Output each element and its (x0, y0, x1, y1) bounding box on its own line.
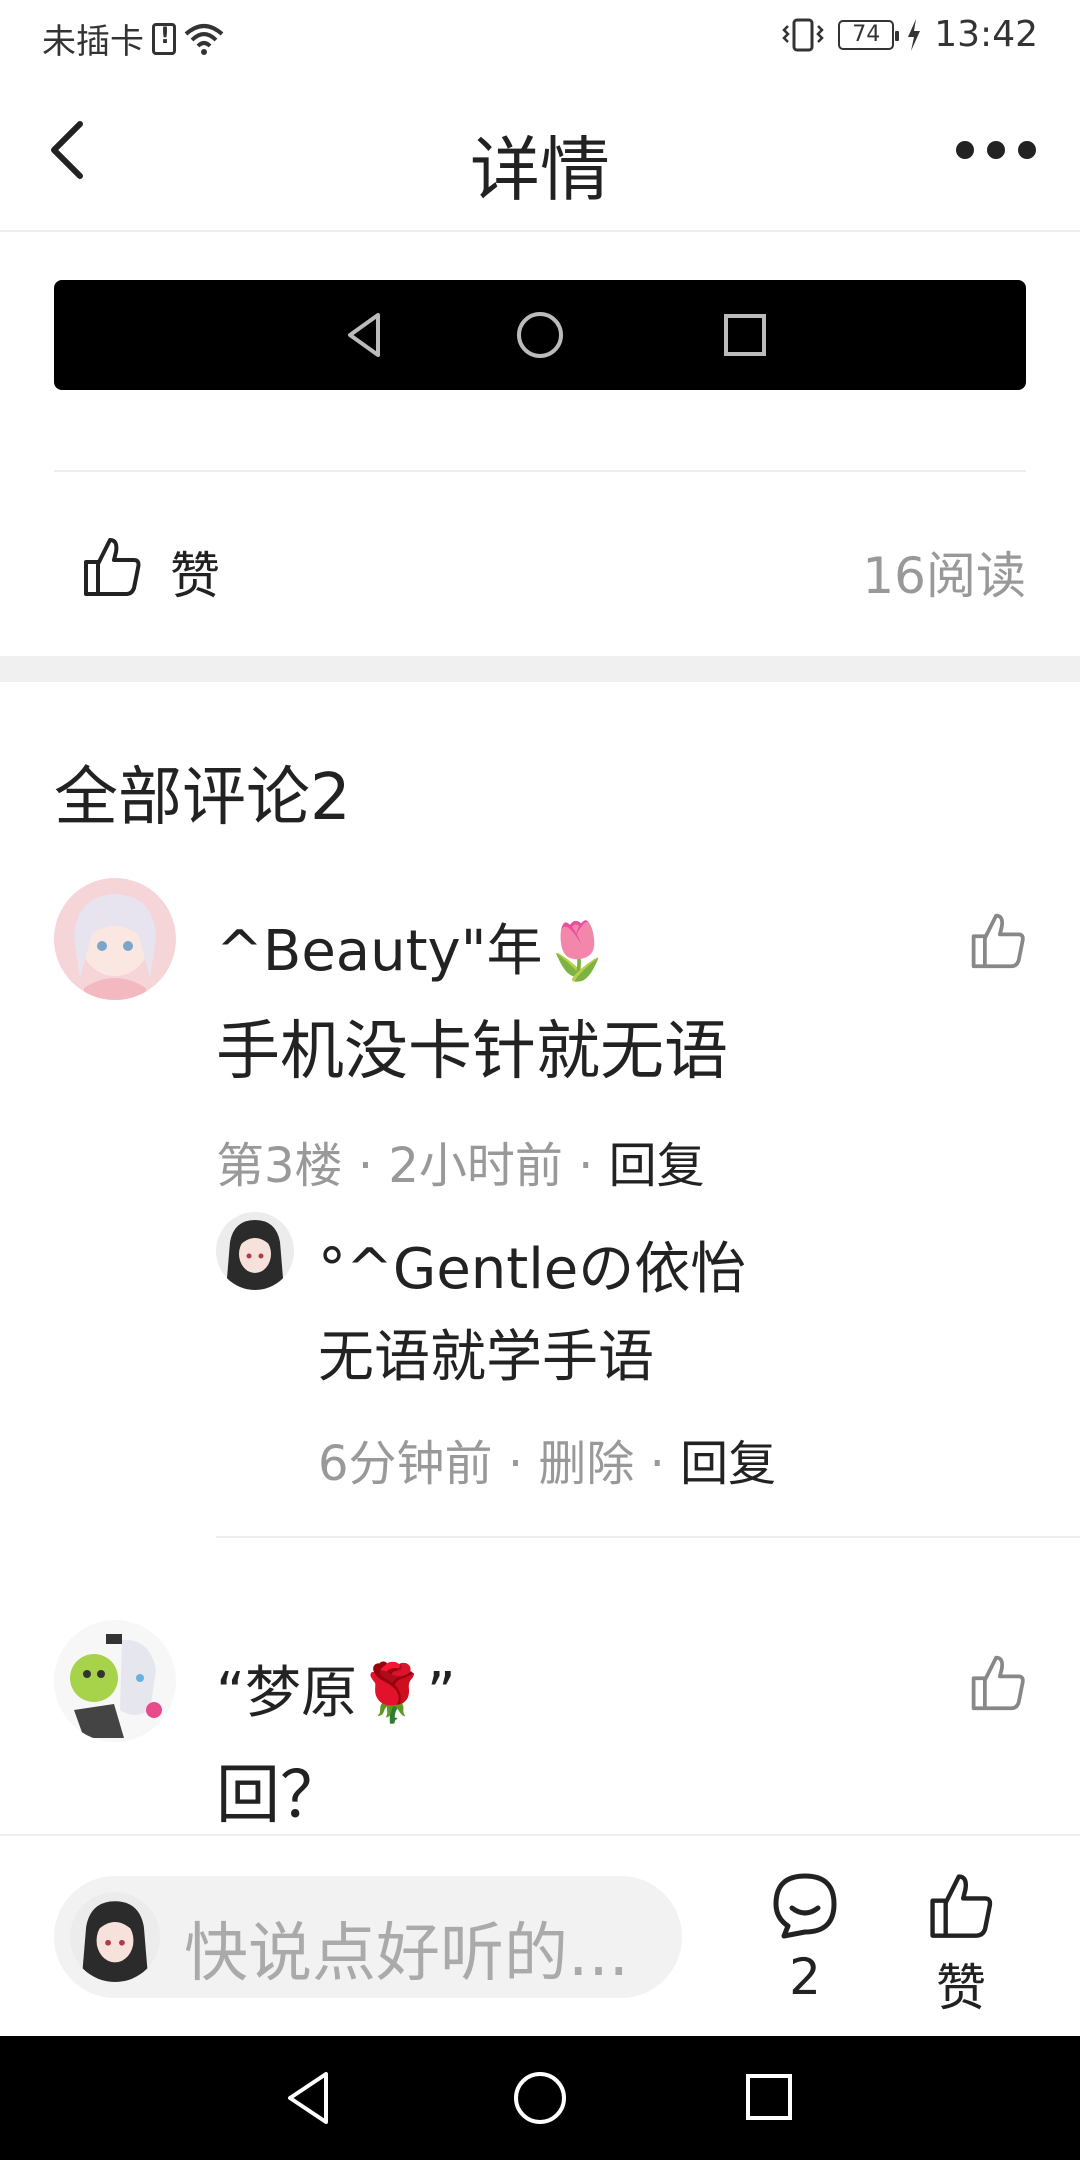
comment-text[interactable]: 回？ (216, 1744, 344, 1836)
thumbs-up-icon[interactable] (80, 534, 144, 598)
meta-separator: · (578, 1138, 609, 1194)
sim-alert-icon (152, 22, 176, 55)
like-label[interactable]: 赞 (916, 1948, 1006, 2020)
system-nav-content (288, 2072, 792, 2124)
battery-icon: 74 (838, 19, 900, 50)
post-image[interactable] (54, 280, 1026, 390)
thumbs-up-icon[interactable] (968, 1652, 1028, 1712)
page-title: 详情 (470, 129, 610, 211)
avatar-image (70, 1892, 160, 1982)
nav-back-icon (288, 2072, 328, 2124)
reply-time: 6分钟前 (318, 1436, 493, 1492)
avatar (70, 1892, 160, 1982)
thumbs-up-icon[interactable] (926, 1870, 996, 1940)
reply-author[interactable]: °^Gentleの依怡 (318, 1224, 746, 1305)
comment-floor: 第3楼 (216, 1138, 343, 1194)
post-image-content (348, 312, 766, 358)
avatar[interactable] (216, 1212, 294, 1290)
nav-recents-icon (746, 2074, 792, 2120)
comment-author[interactable]: ^Beauty"年🌷 (216, 906, 612, 987)
comment-text[interactable]: 手机没卡针就无语 (216, 1000, 728, 1092)
meta-separator: · (507, 1436, 539, 1492)
vibrate-icon (782, 18, 825, 51)
like-label[interactable]: 赞 (170, 536, 220, 608)
avatar-image (54, 878, 176, 1000)
divider (216, 1536, 1080, 1538)
more-dot-icon (1018, 141, 1036, 159)
thumbs-up-icon[interactable] (968, 910, 1028, 970)
comment-input[interactable]: 快说点好听的... (54, 1876, 682, 1998)
avatar[interactable] (54, 878, 176, 1000)
more-options-button[interactable] (956, 130, 1036, 170)
comments-title: 全部评论2 (54, 761, 351, 835)
status-right: 74 13:42 (780, 14, 1038, 55)
reply-button[interactable]: 回复 (680, 1436, 776, 1492)
status-bar: 未插卡 74 13:42 (0, 0, 1080, 76)
avatar[interactable] (54, 1620, 176, 1742)
reply-meta: 6分钟前 · 删除 · 回复 (318, 1424, 776, 1494)
wifi-icon (184, 23, 224, 55)
charging-icon (908, 18, 921, 51)
section-separator (0, 656, 1080, 682)
comment-time: 2小时前 (388, 1138, 563, 1194)
system-nav-bar (0, 2036, 1080, 2160)
divider (54, 470, 1026, 472)
comment-meta: 第3楼 · 2小时前 · 回复 (216, 1126, 705, 1196)
read-count: 16阅读 (862, 547, 1026, 605)
header: 详情 (0, 76, 1080, 232)
avatar-image (216, 1212, 294, 1290)
comment-bubble-icon[interactable] (770, 1870, 840, 1940)
nav-home-icon (514, 2072, 566, 2124)
delete-button[interactable]: 删除 (538, 1436, 634, 1492)
reply-button[interactable]: 回复 (609, 1138, 705, 1194)
reply-text[interactable]: 无语就学手语 (318, 1312, 654, 1393)
more-dot-icon (987, 141, 1005, 159)
carrier-label: 未插卡 (42, 22, 144, 62)
meta-separator: · (649, 1436, 681, 1492)
comment-author[interactable]: “梦原🌹” (216, 1648, 456, 1729)
bottom-bar: 快说点好听的... 2 赞 (0, 1834, 1080, 2036)
avatar-image (54, 1620, 176, 1742)
meta-separator: · (357, 1138, 389, 1194)
clock: 13:42 (934, 14, 1038, 55)
status-left: 未插卡 (42, 14, 224, 63)
input-placeholder: 快说点好听的... (184, 1917, 630, 1991)
post-actions: 赞 16阅读 (54, 520, 1026, 610)
comment-count: 2 (789, 1948, 821, 2006)
more-dot-icon (956, 141, 974, 159)
